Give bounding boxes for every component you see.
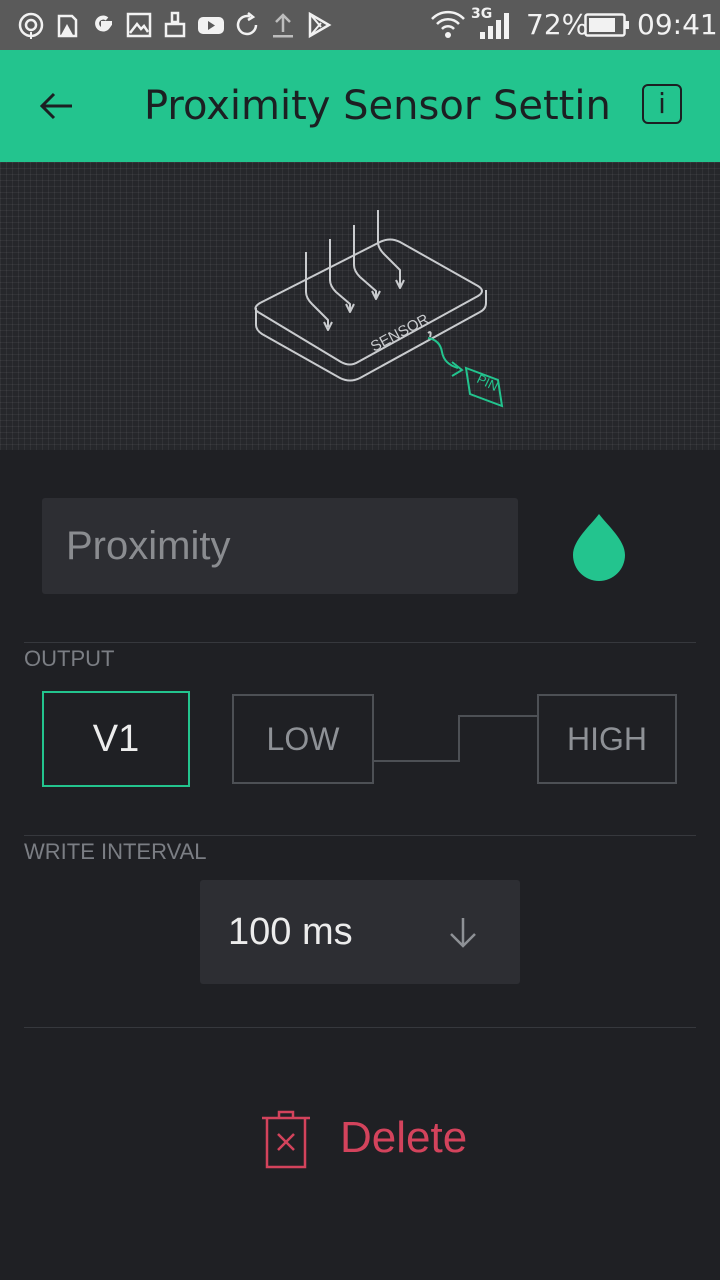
output-label: OUTPUT (24, 646, 115, 671)
cleaner-icon (164, 11, 186, 38)
wifi-icon (431, 10, 465, 38)
hotspot-icon (18, 12, 44, 39)
signal-icon (480, 13, 509, 39)
clock: 09:41 (637, 8, 718, 41)
color-picker-drop-icon[interactable] (570, 510, 628, 582)
divider (24, 642, 696, 643)
write-interval-select[interactable]: 100 ms (200, 880, 520, 984)
divider (24, 1027, 696, 1028)
youtube-icon (198, 17, 224, 34)
trash-icon (262, 1110, 310, 1169)
info-button[interactable]: i (642, 84, 682, 124)
write-interval-value: 100 ms (228, 911, 353, 953)
play-store-icon (308, 11, 332, 39)
delete-label: Delete (340, 1113, 468, 1162)
range-high-input[interactable]: HIGH (537, 694, 677, 784)
widget-name-input[interactable]: Proximity (42, 498, 518, 594)
battery-icon (584, 13, 629, 37)
delete-button[interactable]: Delete (256, 1104, 496, 1174)
sync-icon (236, 12, 258, 36)
write-interval-label: WRITE INTERVAL (24, 839, 207, 864)
arrow-down-icon (450, 918, 476, 948)
warning-icon (57, 14, 78, 38)
range-step-line (374, 715, 538, 762)
app-bar: Proximity Sensor Settings i (0, 50, 720, 162)
pin-label: PIN (475, 371, 501, 394)
status-bar: 3G 72% 09:41 (0, 0, 720, 50)
page-title: Proximity Sensor Settings (144, 83, 608, 129)
battery-percent: 72% (526, 8, 589, 41)
sensor-label: SENSOR (368, 311, 432, 356)
range-low-input[interactable]: LOW (232, 694, 374, 784)
sensor-illustration: SENSOR PIN (0, 162, 720, 450)
arrow-left-icon[interactable] (30, 78, 86, 134)
output-pin-selector[interactable]: V1 (42, 691, 190, 787)
upload-icon (273, 13, 293, 38)
google-icon (95, 15, 112, 32)
divider (24, 835, 696, 836)
gallery-icon (126, 12, 152, 38)
sensor-diagram: SENSOR PIN (254, 210, 504, 408)
